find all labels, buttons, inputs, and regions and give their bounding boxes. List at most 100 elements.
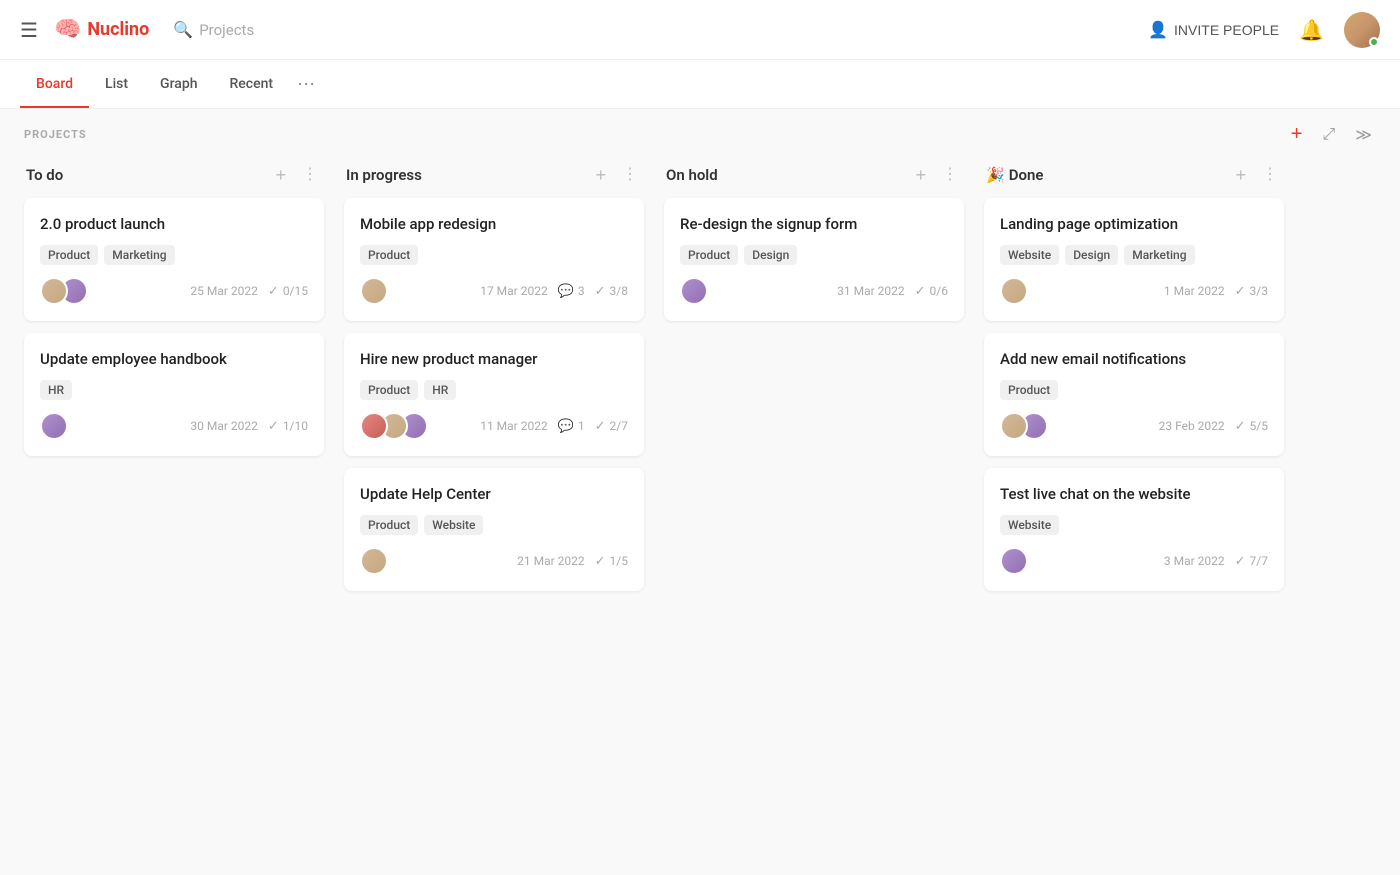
add-column-button[interactable]: + <box>1287 121 1307 148</box>
card-tag: Product <box>360 380 418 400</box>
check-icon: ✓ <box>595 554 606 569</box>
tab-recent[interactable]: Recent <box>213 62 289 108</box>
card-tags: WebsiteDesignMarketing <box>1000 245 1268 265</box>
tab-list[interactable]: List <box>89 62 144 108</box>
logo[interactable]: 🧠 Nuclino <box>54 17 149 42</box>
column-menu-button-onhold[interactable]: ⋮ <box>938 165 962 185</box>
checklist-stat: ✓ 2/7 <box>595 419 628 434</box>
card-avatars <box>360 412 428 440</box>
search-area[interactable]: 🔍 Projects <box>173 20 254 39</box>
card-tag: Website <box>424 515 483 535</box>
card-stats: 💬 3 ✓ 3/8 <box>558 284 628 299</box>
user-avatar-container[interactable] <box>1344 12 1380 48</box>
card-date: 23 Feb 2022 <box>1159 419 1225 433</box>
check-count: 0/6 <box>930 284 948 298</box>
card-tags: ProductHR <box>360 380 628 400</box>
online-status-dot <box>1369 37 1379 47</box>
card-c8[interactable]: Add new email notifications Product 23 F… <box>984 333 1284 456</box>
add-card-button-todo[interactable]: + <box>271 164 290 186</box>
card-footer: 3 Mar 2022 ✓ 7/7 <box>1000 547 1268 575</box>
card-footer-right: 21 Mar 2022 ✓ 1/5 <box>517 554 628 569</box>
header-right: 👤 INVITE PEOPLE 🔔 <box>1148 12 1380 48</box>
card-title: Hire new product manager <box>360 349 628 370</box>
card-c9[interactable]: Test live chat on the website Website 3 … <box>984 468 1284 591</box>
notification-bell-icon[interactable]: 🔔 <box>1299 18 1324 42</box>
checklist-stat: ✓ 3/3 <box>1235 284 1268 299</box>
check-count: 2/7 <box>610 419 628 433</box>
card-title: Add new email notifications <box>1000 349 1268 370</box>
column-menu-button-todo[interactable]: ⋮ <box>298 165 322 185</box>
card-footer-right: 3 Mar 2022 ✓ 7/7 <box>1164 554 1268 569</box>
card-avatar <box>360 277 388 305</box>
check-count: 3/8 <box>610 284 628 298</box>
card-stats: ✓ 1/10 <box>268 419 308 434</box>
comment-stat: 💬 1 <box>558 419 585 434</box>
check-icon: ✓ <box>1235 554 1246 569</box>
card-footer-right: 30 Mar 2022 ✓ 1/10 <box>190 419 308 434</box>
card-c1[interactable]: 2.0 product launch ProductMarketing 25 M… <box>24 198 324 321</box>
card-avatar <box>1000 547 1028 575</box>
card-date: 1 Mar 2022 <box>1164 284 1225 298</box>
card-avatars <box>1000 547 1028 575</box>
card-c3[interactable]: Mobile app redesign Product 17 Mar 2022 … <box>344 198 644 321</box>
card-title: Update employee handbook <box>40 349 308 370</box>
card-tags: Product <box>360 245 628 265</box>
column-menu-button-done[interactable]: ⋮ <box>1258 165 1282 185</box>
card-avatars <box>680 277 708 305</box>
collapse-board-button[interactable]: ≫ <box>1351 123 1376 147</box>
check-count: 0/15 <box>283 284 308 298</box>
card-avatars <box>360 277 388 305</box>
comment-icon: 💬 <box>558 284 574 299</box>
card-tag: Marketing <box>104 245 174 265</box>
card-c6[interactable]: Re-design the signup form ProductDesign … <box>664 198 964 321</box>
check-icon: ✓ <box>1235 284 1246 299</box>
column-header-todo: To do + ⋮ <box>24 164 324 186</box>
card-avatars <box>360 547 388 575</box>
card-c5[interactable]: Update Help Center ProductWebsite 21 Mar… <box>344 468 644 591</box>
column-actions-onhold: + ⋮ <box>911 164 962 186</box>
column-actions-inprogress: + ⋮ <box>591 164 642 186</box>
menu-icon[interactable]: ☰ <box>20 18 38 42</box>
column-title-todo: To do <box>26 166 63 184</box>
card-tag: Website <box>1000 245 1059 265</box>
check-icon: ✓ <box>268 419 279 434</box>
more-tabs-icon[interactable]: ⋯ <box>289 60 323 109</box>
check-count: 7/7 <box>1250 554 1268 568</box>
card-tags: HR <box>40 380 308 400</box>
expand-board-button[interactable]: ⤢ <box>1318 124 1339 146</box>
checklist-stat: ✓ 1/10 <box>268 419 308 434</box>
card-c2[interactable]: Update employee handbook HR 30 Mar 2022 … <box>24 333 324 456</box>
column-menu-button-inprogress[interactable]: ⋮ <box>618 165 642 185</box>
card-footer-right: 17 Mar 2022 💬 3 ✓ 3/8 <box>480 284 628 299</box>
card-date: 17 Mar 2022 <box>480 284 548 298</box>
column-title-inprogress: In progress <box>346 166 422 184</box>
card-stats: ✓ 1/5 <box>595 554 628 569</box>
card-tag: Product <box>680 245 738 265</box>
tab-board[interactable]: Board <box>20 62 89 108</box>
card-stats: ✓ 5/5 <box>1235 419 1268 434</box>
card-avatars <box>40 277 88 305</box>
card-c4[interactable]: Hire new product manager ProductHR 11 Ma… <box>344 333 644 456</box>
add-card-button-inprogress[interactable]: + <box>591 164 610 186</box>
check-icon: ✓ <box>1235 419 1246 434</box>
card-avatars <box>1000 277 1028 305</box>
card-footer-right: 11 Mar 2022 💬 1 ✓ 2/7 <box>480 419 628 434</box>
card-title: Landing page optimization <box>1000 214 1268 235</box>
card-footer-right: 1 Mar 2022 ✓ 3/3 <box>1164 284 1268 299</box>
card-tags: ProductMarketing <box>40 245 308 265</box>
comment-count: 1 <box>578 419 585 433</box>
invite-people-button[interactable]: 👤 INVITE PEOPLE <box>1148 20 1279 40</box>
checklist-stat: ✓ 0/15 <box>268 284 308 299</box>
column-title: To do <box>26 166 63 184</box>
add-card-button-done[interactable]: + <box>1231 164 1250 186</box>
add-card-button-onhold[interactable]: + <box>911 164 930 186</box>
tab-graph[interactable]: Graph <box>144 62 213 108</box>
column-actions-done: + ⋮ <box>1231 164 1282 186</box>
card-tag: Design <box>1065 245 1118 265</box>
card-title: Mobile app redesign <box>360 214 628 235</box>
search-placeholder-text: Projects <box>199 21 254 39</box>
card-stats: ✓ 0/6 <box>915 284 948 299</box>
card-tag: Design <box>744 245 797 265</box>
card-c7[interactable]: Landing page optimization WebsiteDesignM… <box>984 198 1284 321</box>
kanban-board: To do + ⋮ 2.0 product launch ProductMark… <box>0 156 1400 627</box>
